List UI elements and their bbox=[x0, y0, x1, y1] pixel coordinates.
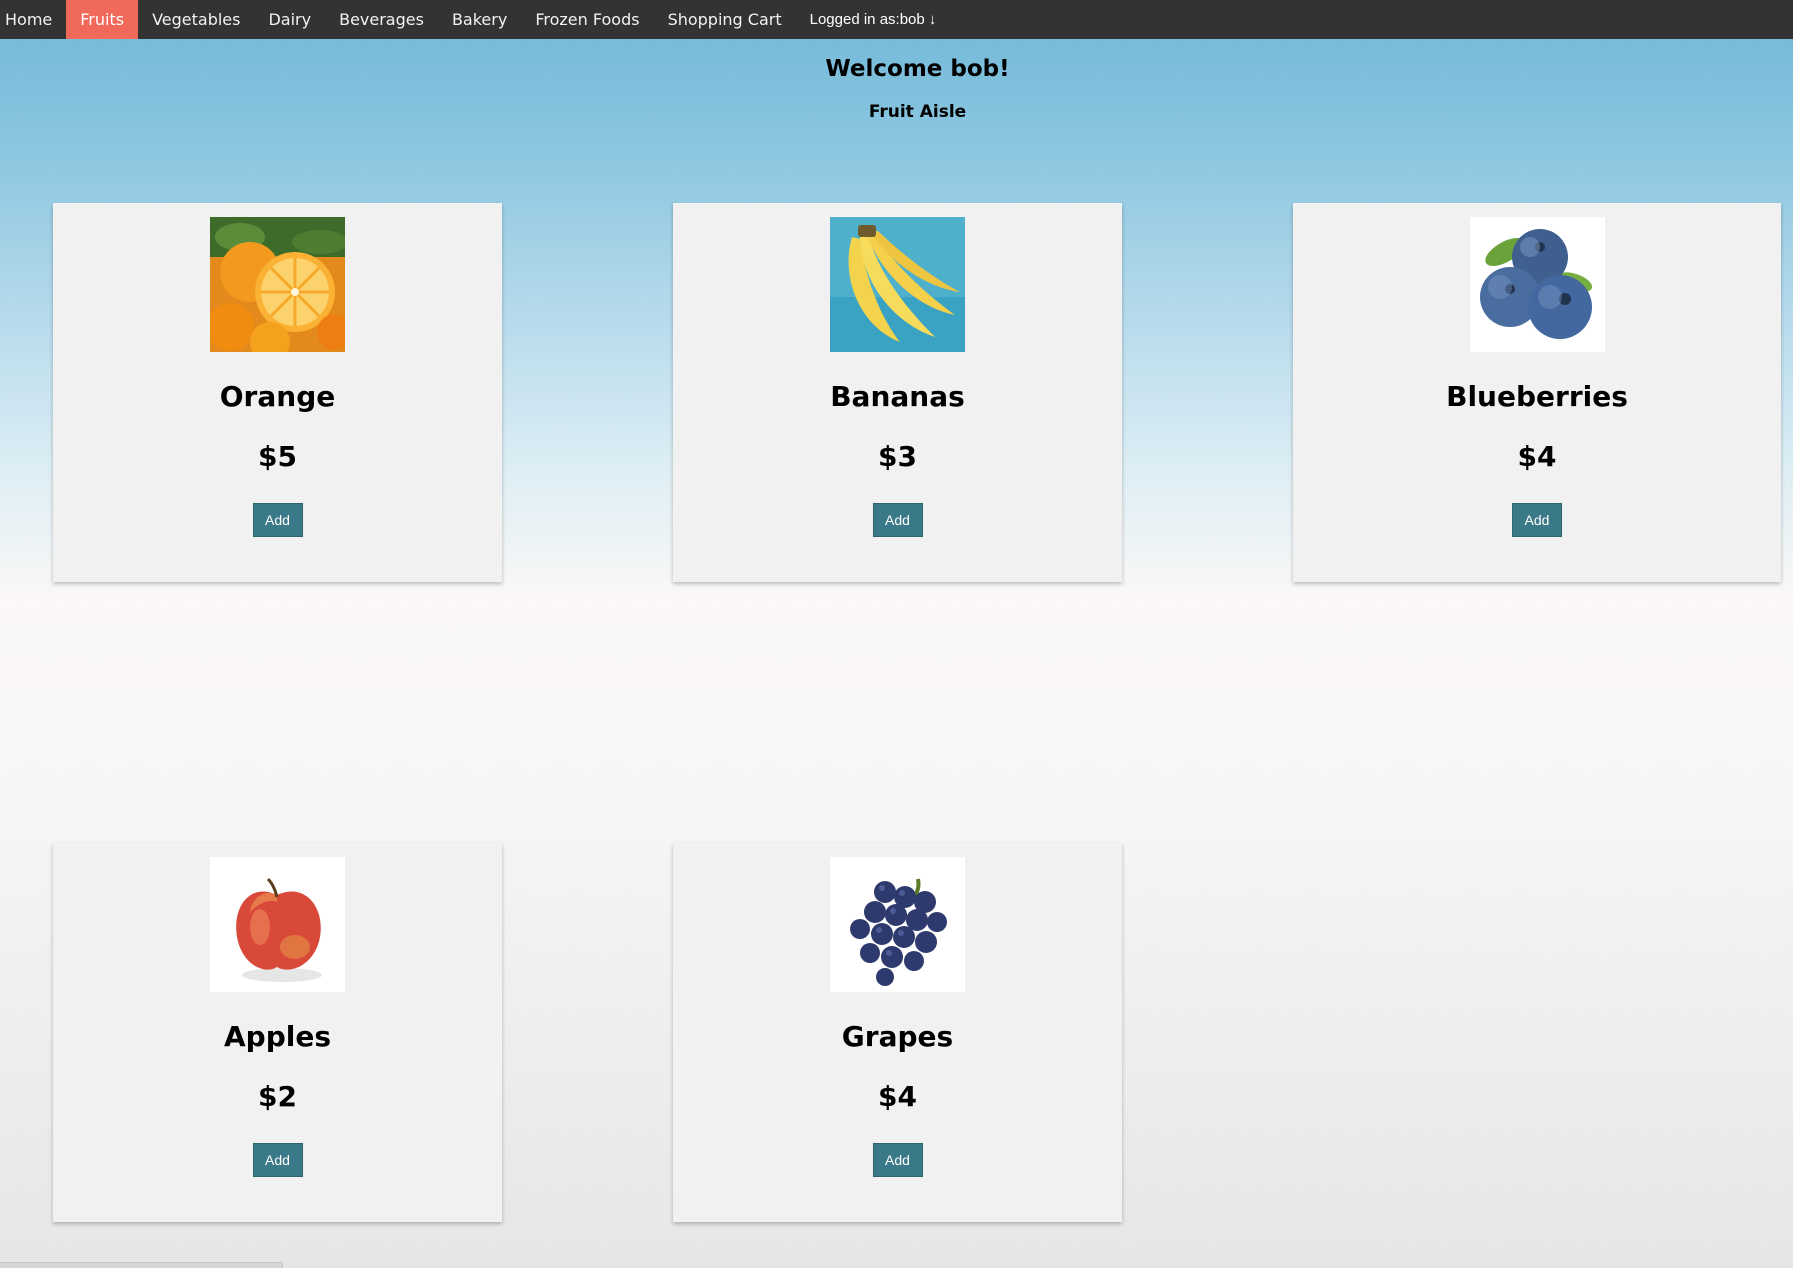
product-card-bananas: Bananas $3 Add bbox=[673, 203, 1122, 582]
blueberries-image bbox=[1469, 217, 1605, 352]
aisle-title: Fruit Aisle bbox=[868, 102, 967, 122]
nav-frozen-foods[interactable]: Frozen Foods bbox=[521, 0, 653, 39]
product-name: Apples bbox=[223, 1020, 331, 1053]
nav-dairy[interactable]: Dairy bbox=[254, 0, 325, 39]
add-grapes-button[interactable]: Add bbox=[872, 1143, 923, 1177]
product-card-apples: Apples $2 Add bbox=[53, 843, 502, 1222]
top-navbar: Home Fruits Vegetables Dairy Beverages B… bbox=[0, 0, 1793, 39]
nav-shopping-cart[interactable]: Shopping Cart bbox=[654, 0, 796, 39]
add-apples-button[interactable]: Add bbox=[252, 1143, 303, 1177]
user-menu-dropdown[interactable]: Logged in as:bob ↓ bbox=[796, 0, 951, 39]
add-orange-button[interactable]: Add bbox=[252, 503, 303, 537]
product-card-grapes: Grapes $4 Add bbox=[673, 843, 1122, 1222]
product-card-blueberries: Blueberries $4 Add bbox=[1293, 203, 1781, 582]
product-name: Orange bbox=[219, 380, 336, 413]
nav-bakery[interactable]: Bakery bbox=[438, 0, 521, 39]
horizontal-scrollbar[interactable] bbox=[0, 1262, 283, 1268]
product-name: Blueberries bbox=[1446, 380, 1628, 413]
orange-image bbox=[210, 217, 345, 352]
nav-fruits[interactable]: Fruits bbox=[66, 0, 139, 39]
nav-beverages[interactable]: Beverages bbox=[325, 0, 438, 39]
product-name: Grapes bbox=[841, 1020, 954, 1053]
product-price: $3 bbox=[878, 440, 917, 473]
grapes-image bbox=[830, 857, 965, 992]
product-price: $4 bbox=[1517, 440, 1557, 473]
bananas-image bbox=[830, 217, 965, 352]
add-bananas-button[interactable]: Add bbox=[872, 503, 923, 537]
product-price: $4 bbox=[878, 1080, 917, 1113]
add-blueberries-button[interactable]: Add bbox=[1512, 503, 1562, 537]
product-price: $2 bbox=[258, 1080, 297, 1113]
product-price: $5 bbox=[258, 440, 297, 473]
welcome-heading: Welcome bob! bbox=[825, 56, 1010, 82]
nav-home[interactable]: Home bbox=[0, 0, 66, 39]
nav-vegetables[interactable]: Vegetables bbox=[138, 0, 254, 39]
product-name: Bananas bbox=[830, 380, 965, 413]
product-card-orange: Orange $5 Add bbox=[53, 203, 502, 582]
apples-image bbox=[210, 857, 345, 992]
